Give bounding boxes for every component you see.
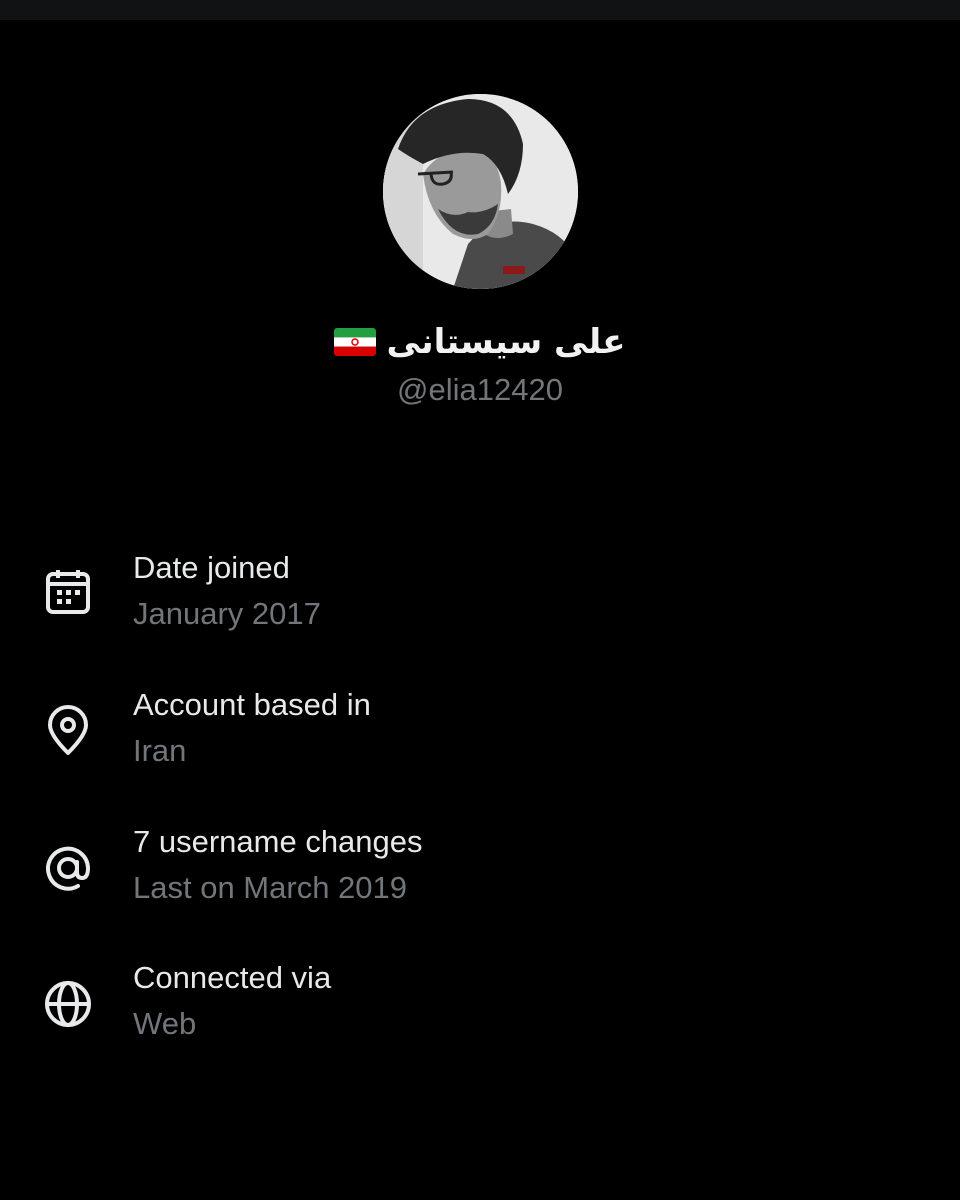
status-bar — [0, 0, 960, 20]
info-value: Web — [133, 1006, 197, 1041]
info-row-account-based-in: Account based in Iran — [0, 677, 960, 787]
name-row: علی سیستانی — [0, 318, 960, 366]
info-label: Date joined — [133, 550, 290, 585]
info-row-date-joined: Date joined January 2017 — [0, 540, 960, 650]
calendar-icon — [40, 566, 96, 622]
info-value: Iran — [133, 733, 187, 768]
info-label: Connected via — [133, 960, 332, 995]
avatar[interactable] — [383, 94, 578, 289]
display-name: علی سیستانی — [386, 322, 626, 362]
location-pin-icon — [40, 703, 96, 759]
globe-icon — [40, 976, 96, 1032]
info-row-connected-via: Connected via Web — [0, 950, 960, 1060]
iran-flag-icon — [334, 328, 377, 356]
info-value: January 2017 — [133, 596, 321, 631]
username-handle: @elia12420 — [397, 372, 563, 407]
avatar-photo — [383, 94, 578, 289]
info-label: 7 username changes — [133, 824, 423, 859]
info-label: Account based in — [133, 687, 371, 722]
at-sign-icon — [40, 840, 96, 896]
info-value: Last on March 2019 — [133, 870, 408, 905]
info-row-username-changes: 7 username changes Last on March 2019 — [0, 814, 960, 924]
